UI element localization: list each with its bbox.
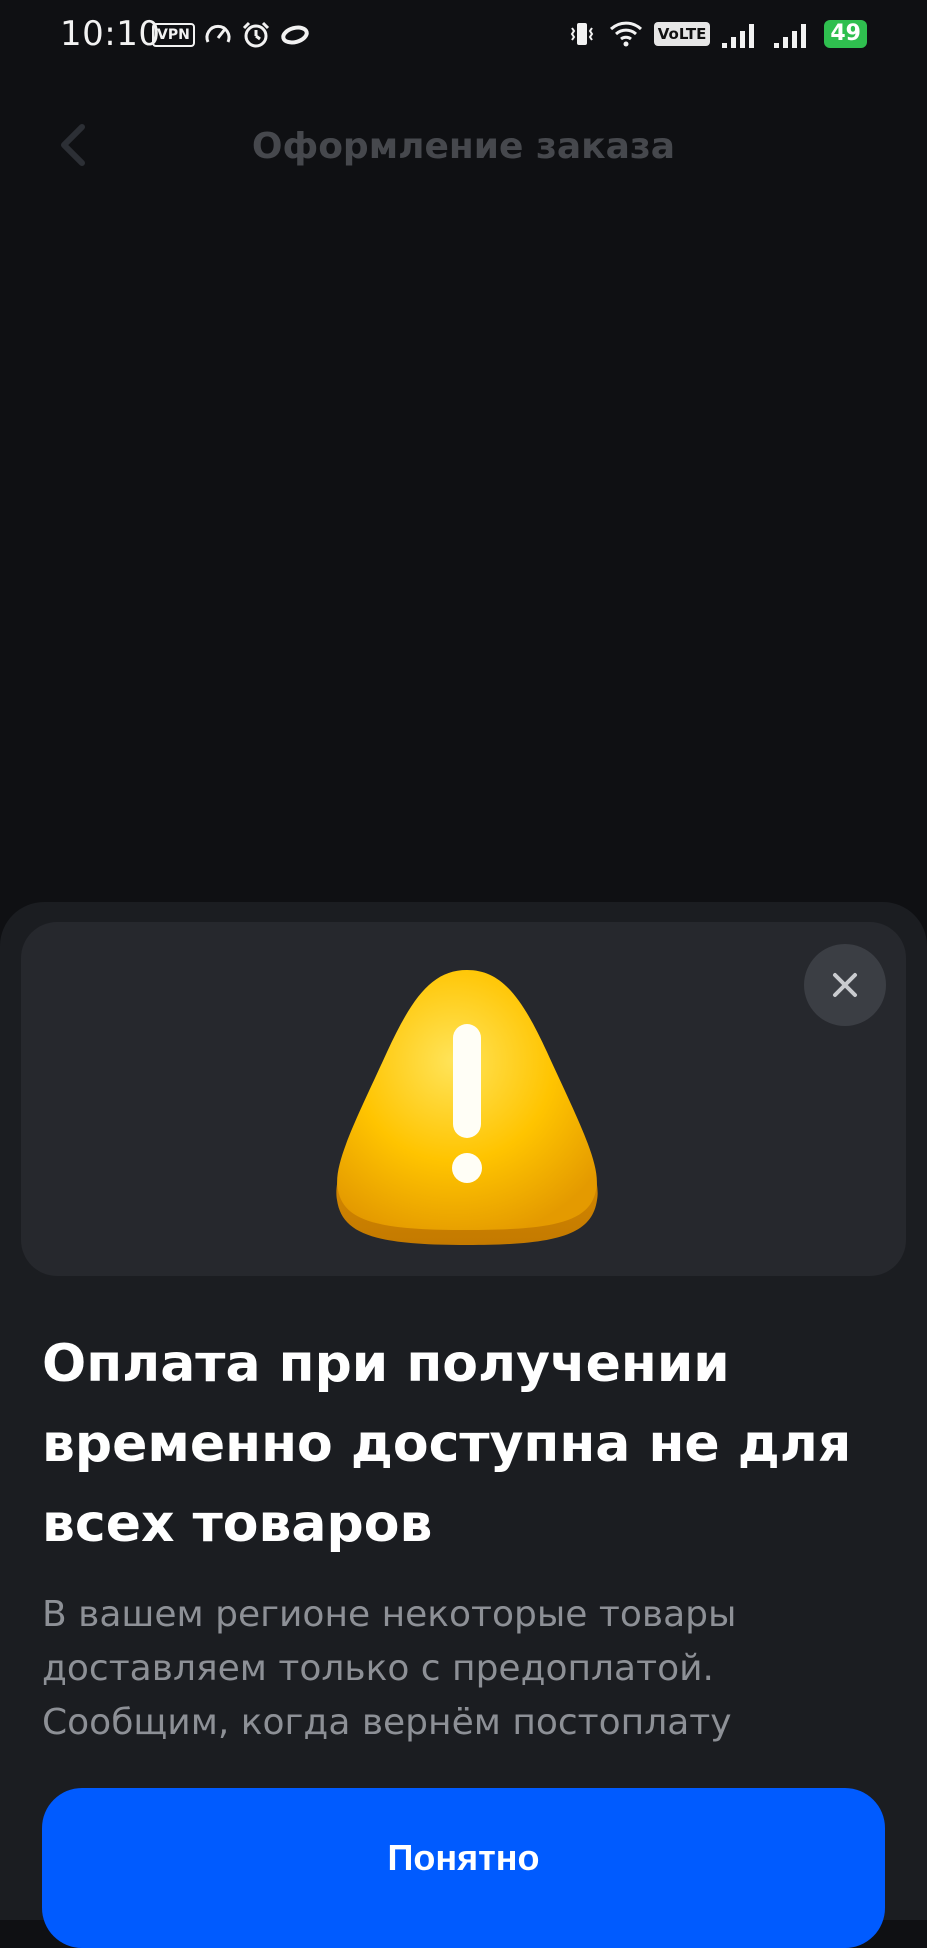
close-button[interactable] [804,944,886,1026]
volte-icon: VoLTE [653,22,711,46]
sheet-title: Оплата при получении временно доступна н… [42,1334,852,1554]
speed-icon [205,24,231,43]
app-header: Оформление заказа [0,100,927,190]
warning-icon [336,970,598,1245]
status-right-icons: VoLTE 49 [566,18,867,50]
status-time: 10:10 [60,14,161,54]
close-icon [833,973,857,997]
signal-icon [722,24,755,48]
hero-card [21,922,906,1276]
understood-button[interactable]: Понятно [42,1788,885,1948]
signal-icon [774,24,807,48]
wifi-icon [609,21,642,47]
status-bar: 10:10 VPN VoLTE 49 [0,0,927,72]
sheet-description: В вашем регионе некоторые товары доставл… [42,1594,737,1743]
understood-button-label: Понятно [387,1837,540,1878]
battery-icon: 49 [824,20,867,48]
alarm-icon [242,21,269,48]
page-title: Оформление заказа [251,126,676,167]
vibrate-icon [570,23,593,45]
ring-icon [281,25,309,45]
bottom-sheet: Оплата при получении временно доступна н… [0,902,927,1948]
status-left-icons: VPN [152,20,311,50]
vpn-icon: VPN [152,23,195,47]
